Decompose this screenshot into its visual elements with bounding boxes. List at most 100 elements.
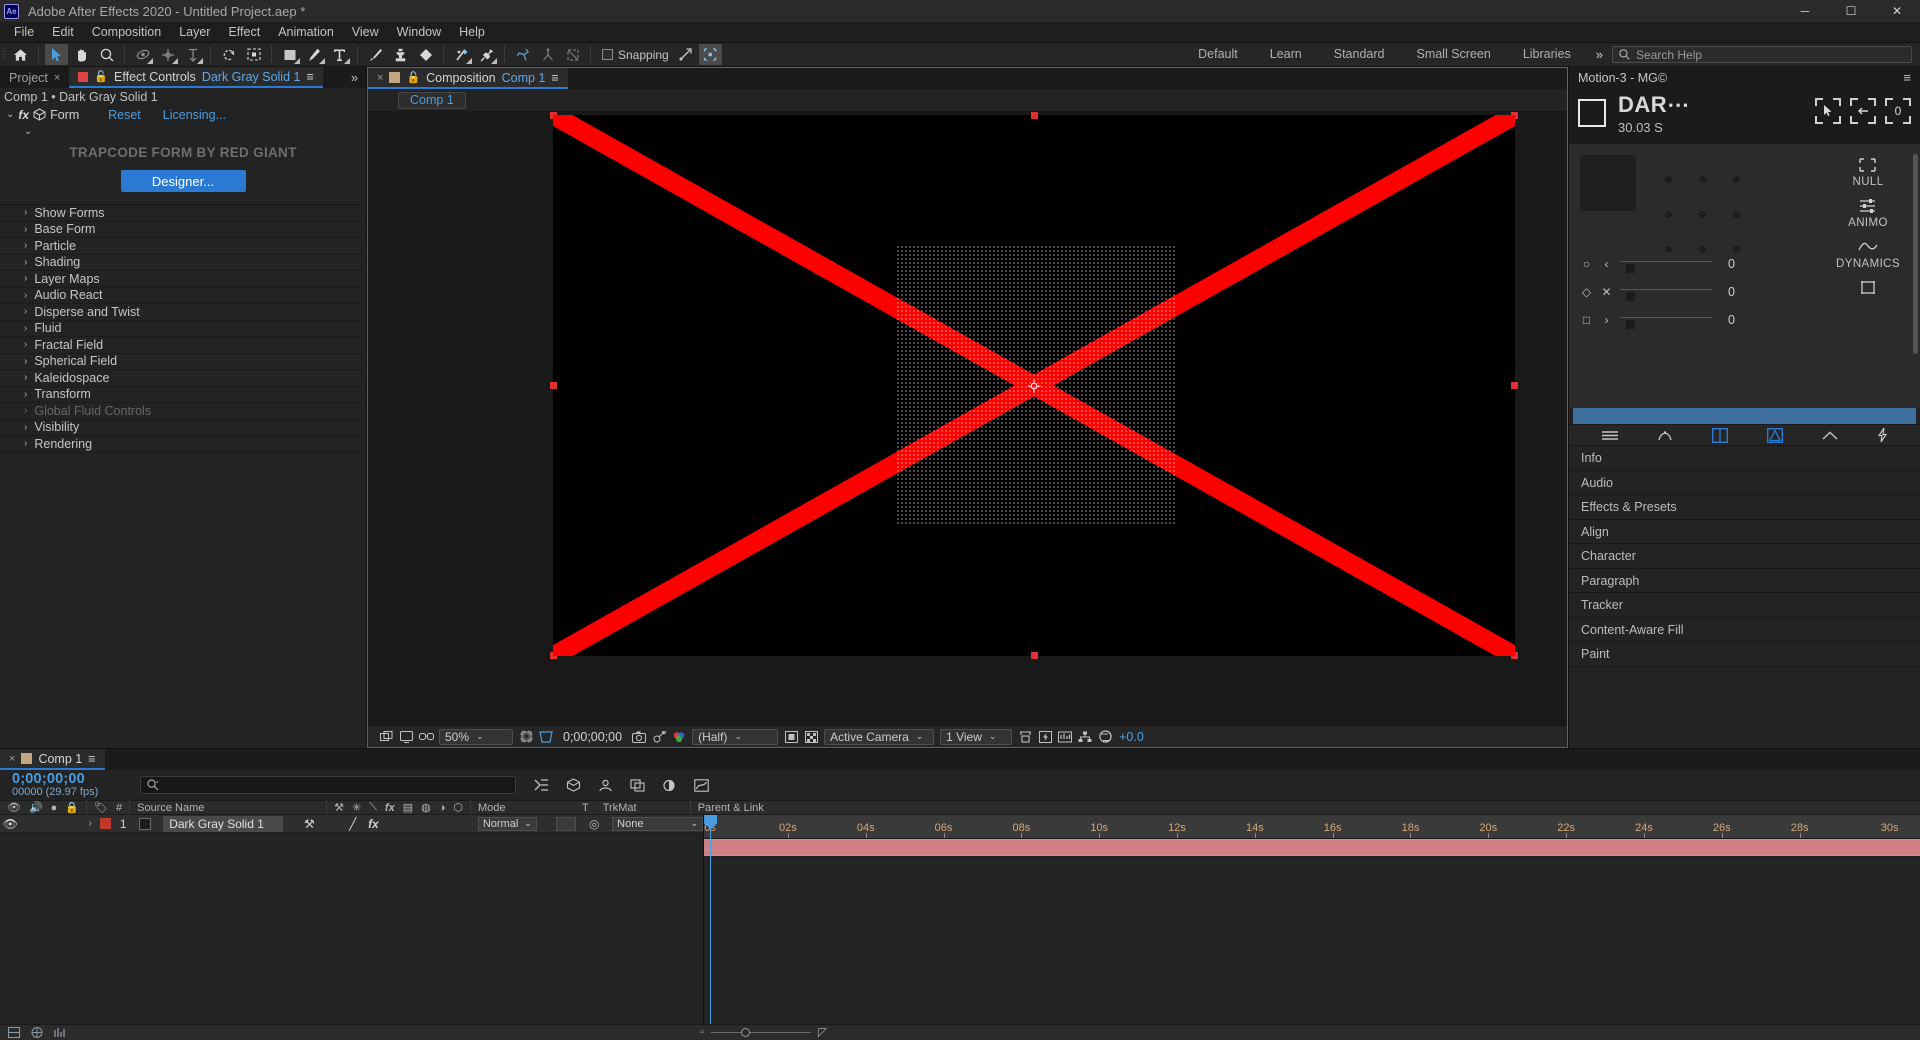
rectangle-tool-icon[interactable] [278, 44, 301, 65]
frame-blend-icon[interactable]: ▤ [403, 801, 413, 814]
tab-composition-close-icon[interactable]: × [377, 72, 383, 84]
chevron-right-icon[interactable]: › [24, 273, 27, 284]
lightning-bolt-icon[interactable] [1877, 428, 1888, 443]
designer-button[interactable]: Designer... [120, 170, 246, 192]
rigid-mask-icon[interactable] [511, 44, 534, 65]
chevron-right-icon[interactable]: › [24, 339, 27, 350]
property-layer-maps[interactable]: › Layer Maps [0, 271, 366, 288]
property-rendering[interactable]: › Rendering [0, 436, 366, 453]
chevron-right-icon[interactable]: › [24, 438, 27, 449]
layer-trkmat-cell[interactable] [555, 816, 577, 831]
search-help-input[interactable]: Search Help [1612, 46, 1912, 63]
anchor-dot[interactable] [1664, 246, 1672, 253]
resolution-select[interactable]: (Half) ⌄ [692, 728, 779, 745]
pixel-aspect-icon[interactable] [1015, 728, 1035, 746]
menu-edit[interactable]: Edit [43, 22, 83, 42]
menu-animation[interactable]: Animation [269, 22, 343, 42]
property-particle[interactable]: › Particle [0, 238, 366, 255]
timeline-search-input[interactable] [140, 776, 516, 794]
view-layout-select[interactable]: 1 View ⌄ [940, 728, 1013, 745]
zoom-tool-icon[interactable] [95, 44, 118, 65]
audio-icon[interactable]: 🔊 [29, 801, 43, 814]
layer-solo-toggle[interactable] [41, 815, 62, 833]
transparency-grid-icon[interactable] [801, 728, 821, 746]
lock-icon[interactable]: 🔓 [94, 70, 108, 83]
layer-motion-blur-switch[interactable] [404, 815, 425, 833]
tab-timeline-comp-1[interactable]: × Comp 1 ≡ [0, 749, 105, 770]
anchor-dot[interactable] [1664, 211, 1672, 218]
eye-icon[interactable]: 👁 [7, 801, 21, 814]
composition-menu-icon[interactable]: ≡ [551, 71, 558, 85]
tab-composition[interactable]: × 🔓 Composition Comp 1 ≡ [368, 68, 568, 89]
anchor-dot[interactable] [1732, 246, 1740, 253]
workspace-more-icon[interactable]: » [1587, 42, 1612, 67]
split-panel-icon[interactable] [1711, 427, 1728, 443]
circle-icon[interactable]: ○ [1580, 257, 1593, 271]
workspace-default[interactable]: Default [1182, 42, 1254, 67]
snapshot-camera-icon[interactable] [629, 728, 649, 746]
exposure-value[interactable]: +0.0 [1115, 730, 1144, 744]
scale-slider[interactable] [1620, 285, 1712, 301]
timeline-graph-area[interactable]: 0s 02s 04s 06s 08s 10s 12s 14s 16s 18s 2… [704, 815, 1920, 1024]
chevron-right-icon[interactable]: › [1600, 313, 1613, 327]
rotation-tool-icon[interactable] [217, 44, 240, 65]
timeline-zoom-widget[interactable]: ▫ ◸ [700, 1025, 827, 1039]
draft-3d-icon[interactable] [566, 778, 581, 792]
panel-align[interactable]: Align [1569, 519, 1920, 545]
animo-button[interactable]: ANIMO [1848, 197, 1888, 229]
property-disperse-and-twist[interactable]: › Disperse and Twist [0, 304, 366, 321]
layer-blend-mode-select[interactable]: Normal ⌄ [477, 816, 537, 831]
fast-preview-icon[interactable] [1035, 728, 1055, 746]
motion-progress-bar[interactable] [1573, 408, 1916, 425]
hand-tool-icon[interactable] [70, 44, 93, 65]
anchor-dot[interactable] [1664, 176, 1672, 183]
minimize-button[interactable]: ─ [1782, 0, 1828, 22]
anchor-dot[interactable] [1732, 211, 1740, 218]
maximize-button[interactable]: ☐ [1828, 0, 1874, 22]
preview-square[interactable] [1580, 155, 1636, 211]
layer-collapse-switch[interactable] [322, 815, 343, 833]
pan-behind-icon[interactable] [156, 44, 179, 65]
chevron-down-icon[interactable]: ⌄ [6, 109, 14, 120]
lock-icon[interactable]: 🔒 [65, 801, 79, 814]
zoom-out-icon[interactable]: ▫ [700, 1026, 704, 1038]
layer-visibility-toggle[interactable]: 👁 [0, 815, 21, 833]
triangle-panel-icon[interactable] [1767, 427, 1784, 443]
layer-lock-toggle[interactable] [62, 815, 83, 833]
bend-pin-icon[interactable] [561, 44, 584, 65]
hide-shy-layers-icon[interactable] [598, 779, 613, 792]
menu-window[interactable]: Window [388, 22, 450, 42]
chevron-right-icon[interactable]: › [24, 422, 27, 433]
zoom-in-icon[interactable]: ◸ [818, 1025, 827, 1039]
adjustment-layer-icon[interactable]: ◑ [439, 802, 446, 814]
shy-icon[interactable]: ⚒ [334, 801, 344, 814]
chevron-right-icon[interactable]: › [24, 323, 27, 334]
composition-lock-icon[interactable]: 🔓 [406, 71, 420, 84]
panel-info[interactable]: Info [1569, 446, 1920, 471]
chevron-left-icon[interactable]: ‹ [1600, 257, 1613, 271]
eraser-tool-icon[interactable] [414, 44, 437, 65]
camera-select[interactable]: Active Camera ⌄ [824, 728, 935, 745]
snapping-control[interactable]: Snapping [602, 48, 669, 62]
motion-panel-menu-icon[interactable]: ≡ [1903, 70, 1911, 85]
rotation-slider[interactable] [1620, 313, 1712, 329]
tab-project-close-icon[interactable]: × [54, 72, 60, 84]
anchor-dot[interactable] [1698, 246, 1706, 253]
timeline-timecode-block[interactable]: 0;00;00;00 00000 (29.97 fps) [0, 771, 140, 799]
comp-render-flowchart-icon[interactable] [31, 1027, 43, 1038]
anchor-dot[interactable] [1732, 176, 1740, 183]
grid-guides-icon[interactable] [516, 728, 536, 746]
licensing-link[interactable]: Licensing... [163, 108, 226, 122]
comp-1-tab[interactable]: Comp 1 [398, 91, 466, 109]
home-icon[interactable] [9, 44, 32, 65]
comp-timecode[interactable]: 0;00;00;00 [556, 730, 629, 744]
frame-blending-icon[interactable] [630, 778, 645, 792]
menu-view[interactable]: View [343, 22, 388, 42]
layer-3d-switch[interactable] [446, 815, 467, 833]
effect-subgroup-toggle-icon[interactable]: ⌄ [0, 123, 366, 139]
ease-curve-icon[interactable] [1658, 430, 1673, 441]
selection-tool-icon[interactable] [45, 44, 68, 65]
layer-duration-bar[interactable] [704, 839, 1920, 857]
zoom-slider[interactable] [710, 1027, 811, 1037]
move-left-bracket-icon[interactable] [1850, 98, 1876, 124]
